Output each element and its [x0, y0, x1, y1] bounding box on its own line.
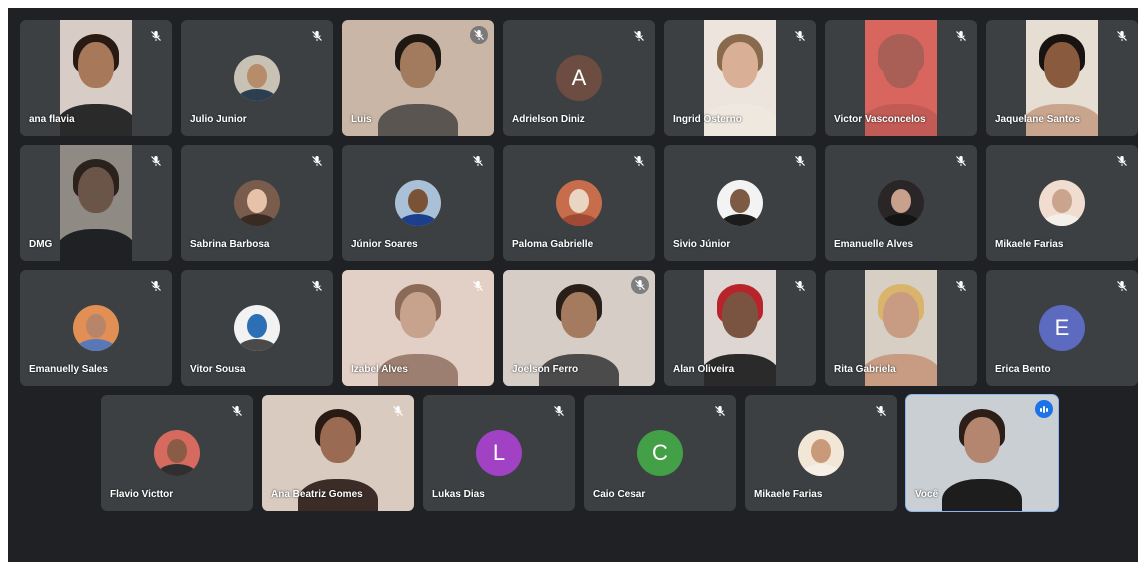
participant-name: Izabel Alves: [351, 364, 408, 375]
mic-off-icon: [633, 154, 645, 166]
mic-off-icon: [633, 29, 645, 41]
participant-avatar: [878, 180, 924, 226]
participant-tile[interactable]: Mikaele Farias: [745, 395, 897, 511]
participant-tile[interactable]: Rita Gabriela: [825, 270, 977, 386]
participant-avatar: [73, 305, 119, 351]
participant-name: Emanuelle Alves: [834, 239, 914, 250]
participant-tile[interactable]: Julio Junior: [181, 20, 333, 136]
participant-avatar: [1039, 180, 1085, 226]
participant-tile[interactable]: Ingrid Osterno: [664, 20, 816, 136]
mic-off-icon: [472, 279, 484, 291]
participant-tile[interactable]: Izabel Alves: [342, 270, 494, 386]
participant-tile[interactable]: Mikaele Farias: [986, 145, 1138, 261]
participant-tile[interactable]: DMG: [20, 145, 172, 261]
participant-tile[interactable]: Sabrina Barbosa: [181, 145, 333, 261]
participant-tile[interactable]: Ana Beatriz Gomes: [262, 395, 414, 511]
self-view-tile[interactable]: Você: [905, 394, 1059, 512]
participant-tile[interactable]: Emanuelle Alves: [825, 145, 977, 261]
mic-off-icon: [311, 154, 323, 166]
participant-tile[interactable]: L Lukas Dias: [423, 395, 575, 511]
mic-off-icon: [470, 26, 488, 44]
mic-off-icon: [150, 154, 162, 166]
participant-name: Jaquelane Santos: [995, 114, 1081, 125]
mic-off-icon: [794, 29, 806, 41]
participant-avatar: [556, 180, 602, 226]
mic-off-icon: [794, 154, 806, 166]
mic-off-icon: [1116, 154, 1128, 166]
participant-tile[interactable]: C Caio Cesar: [584, 395, 736, 511]
participant-name: Julio Junior: [190, 114, 247, 125]
participant-letter-avatar: L: [476, 430, 522, 476]
participant-name: Erica Bento: [995, 364, 1051, 375]
participant-tile[interactable]: Alan Oliveira: [664, 270, 816, 386]
participant-avatar: [395, 180, 441, 226]
mic-off-icon: [955, 154, 967, 166]
mic-off-icon: [1116, 29, 1128, 41]
participant-name: Alan Oliveira: [673, 364, 735, 375]
participant-letter-avatar: C: [637, 430, 683, 476]
participant-avatar: [154, 430, 200, 476]
mic-off-icon: [150, 29, 162, 41]
participant-name: Emanuelly Sales: [29, 364, 108, 375]
participant-name: Sabrina Barbosa: [190, 239, 270, 250]
participant-name: Lukas Dias: [432, 489, 485, 500]
participant-avatar: [717, 180, 763, 226]
mic-off-icon: [631, 276, 649, 294]
mic-off-icon: [875, 404, 887, 416]
participant-name: Rita Gabriela: [834, 364, 896, 375]
participant-name: Luis: [351, 114, 372, 125]
participant-tile[interactable]: Joelson Ferro: [503, 270, 655, 386]
participant-tile[interactable]: Luis: [342, 20, 494, 136]
participant-name: Victor Vasconcelos: [834, 114, 926, 125]
participant-tile[interactable]: Paloma Gabrielle: [503, 145, 655, 261]
participant-tile[interactable]: Emanuelly Sales: [20, 270, 172, 386]
mic-off-icon: [1116, 279, 1128, 291]
participant-name: Flavio Victtor: [110, 489, 174, 500]
participant-name: Ingrid Osterno: [673, 114, 742, 125]
participant-name: Joelson Ferro: [512, 364, 579, 375]
mic-off-icon: [392, 404, 404, 416]
participant-tile[interactable]: ana flavia: [20, 20, 172, 136]
participant-name: Ana Beatriz Gomes: [271, 489, 363, 500]
mic-off-icon: [472, 154, 484, 166]
participant-tile[interactable]: Vitor Sousa: [181, 270, 333, 386]
participant-name: Caio Cesar: [593, 489, 646, 500]
mic-off-icon: [714, 404, 726, 416]
participant-tile[interactable]: E Erica Bento: [986, 270, 1138, 386]
participant-avatar: [234, 55, 280, 101]
participant-tile[interactable]: Jaquelane Santos: [986, 20, 1138, 136]
participant-name: ana flavia: [29, 114, 75, 125]
participant-letter-avatar: E: [1039, 305, 1085, 351]
mic-off-icon: [794, 279, 806, 291]
mic-off-icon: [231, 404, 243, 416]
participant-name: Júnior Soares: [351, 239, 418, 250]
participant-tile[interactable]: Sivio Júnior: [664, 145, 816, 261]
mic-off-icon: [955, 29, 967, 41]
mic-off-icon: [311, 29, 323, 41]
mic-off-icon: [955, 279, 967, 291]
participant-tile[interactable]: Victor Vasconcelos: [825, 20, 977, 136]
participant-letter-avatar: A: [556, 55, 602, 101]
mic-off-icon: [311, 279, 323, 291]
participant-name: Você: [915, 489, 939, 500]
participant-name: Vitor Sousa: [190, 364, 246, 375]
participant-avatar: [798, 430, 844, 476]
participant-tile[interactable]: A Adrielson Diniz: [503, 20, 655, 136]
participant-video: [60, 145, 132, 261]
participant-name: Sivio Júnior: [673, 239, 731, 250]
participant-name: DMG: [29, 239, 53, 250]
meeting-grid: ana flavia Julio Junior Luis A Adrielson…: [8, 8, 1138, 562]
participant-tile[interactable]: Flavio Victtor: [101, 395, 253, 511]
mic-off-icon: [553, 404, 565, 416]
participant-tile[interactable]: Júnior Soares: [342, 145, 494, 261]
participant-avatar: [234, 305, 280, 351]
participant-name: Adrielson Diniz: [512, 114, 585, 125]
participant-name: Mikaele Farias: [754, 489, 823, 500]
mic-off-icon: [150, 279, 162, 291]
participant-name: Paloma Gabrielle: [512, 239, 594, 250]
speaking-indicator-icon: [1035, 400, 1053, 418]
participant-avatar: [234, 180, 280, 226]
participant-name: Mikaele Farias: [995, 239, 1064, 250]
